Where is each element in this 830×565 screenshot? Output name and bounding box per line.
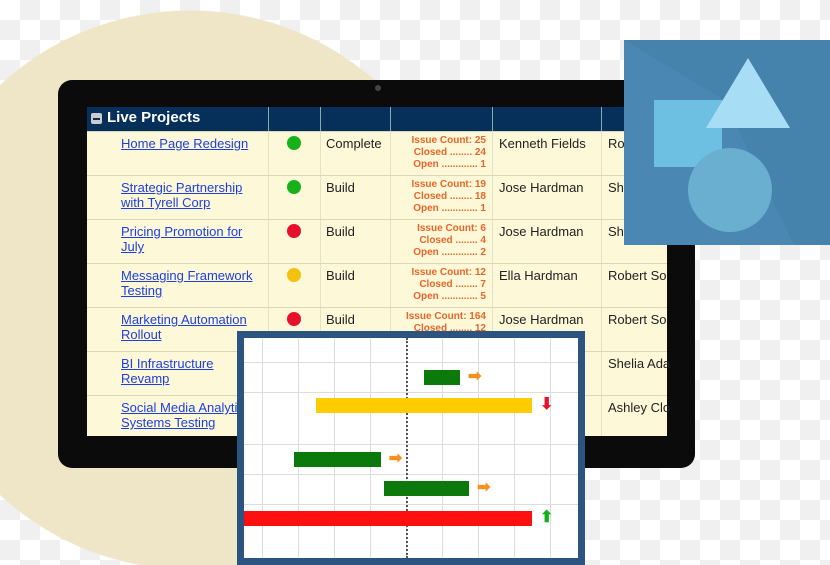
project-sponsor: Ashley Clo [608, 400, 671, 415]
collapse-icon[interactable] [91, 113, 102, 124]
issues-open: Open ............. 1 [413, 203, 486, 214]
shapes-icon [624, 40, 830, 245]
gantt-bar[interactable] [424, 370, 460, 385]
header-cell [320, 107, 321, 131]
grid-line [244, 474, 578, 475]
grid-line [244, 444, 578, 445]
issue-summary: Issue Count: 25 Closed ........ 24 Open ..… [390, 135, 486, 171]
project-owner: Jose Hardman [499, 180, 584, 195]
header-cell [268, 107, 269, 131]
table-title: Live Projects [107, 109, 201, 126]
phase: Build [326, 224, 355, 239]
phase: Build [326, 180, 355, 195]
project-sponsor: Robert So [608, 312, 667, 327]
issues-closed: Closed ........ 7 [419, 279, 486, 290]
phase: Build [326, 312, 355, 327]
project-link[interactable]: Messaging Framework Testing [121, 268, 261, 298]
issue-summary: Issue Count: 19 Closed ........ 18 Open ..… [390, 179, 486, 215]
issue-count: Issue Count: 6 [417, 223, 486, 234]
issue-summary: Issue Count: 6 Closed ........ 4 Open ....… [390, 223, 486, 259]
shapes-logo [624, 40, 830, 245]
table-row: Strategic Partnership with Tyrell Corp Bu… [87, 175, 667, 219]
project-owner: Ella Hardman [499, 268, 578, 283]
project-sponsor: Ro [608, 136, 625, 151]
table-row: Messaging Framework Testing Build Issue C… [87, 263, 667, 307]
issue-summary: Issue Count: 12 Closed ........ 7 Open ...… [390, 267, 486, 303]
trend-up-arrow-icon: ⬆ [540, 509, 554, 526]
issues-closed: Closed ........ 18 [413, 191, 486, 202]
table-row: Home Page Redesign Complete Issue Count: … [87, 131, 667, 175]
project-owner: Jose Hardman [499, 312, 584, 327]
table-row: Pricing Promotion for July Build Issue Co… [87, 219, 667, 263]
project-owner: Jose Hardman [499, 224, 584, 239]
issue-count: Issue Count: 164 [405, 311, 486, 322]
project-sponsor: Robert So [608, 268, 667, 283]
trend-down-arrow-icon: ⬇ [540, 396, 554, 413]
gantt-bar[interactable] [244, 511, 532, 526]
header-cell [390, 107, 391, 131]
gantt-grid: ➡ ⬇ ➡ ➡ ⬆ [244, 338, 578, 558]
project-owner: Kenneth Fields [499, 136, 586, 151]
grid-line [244, 504, 578, 505]
grid-line [244, 362, 578, 363]
gantt-bar[interactable] [316, 398, 532, 413]
project-sponsor: Sh [608, 224, 624, 239]
trend-right-arrow-icon: ➡ [468, 368, 482, 385]
issues-open: Open ............. 1 [413, 159, 486, 170]
project-link[interactable]: Pricing Promotion for July [121, 224, 261, 254]
project-link[interactable]: Home Page Redesign [121, 136, 261, 151]
header-cell [601, 107, 602, 131]
camera [375, 85, 381, 91]
issue-count: Issue Count: 25 [411, 135, 486, 146]
issue-count: Issue Count: 19 [411, 179, 486, 190]
status-indicator-icon [287, 268, 301, 282]
gantt-bar[interactable] [294, 452, 381, 467]
status-indicator-icon [287, 312, 301, 326]
phase: Build [326, 268, 355, 283]
issues-open: Open ............. 2 [413, 247, 486, 258]
phase: Complete [326, 136, 382, 151]
gantt-chart-panel: ➡ ⬇ ➡ ➡ ⬆ [237, 331, 585, 565]
grid-line [244, 392, 578, 393]
trend-right-arrow-icon: ➡ [388, 450, 403, 467]
project-sponsor: Sh [608, 180, 624, 195]
trend-right-arrow-icon: ➡ [477, 479, 491, 496]
status-indicator-icon [287, 180, 301, 194]
status-indicator-icon [287, 136, 301, 150]
header-cell [492, 107, 493, 131]
status-indicator-icon [287, 224, 301, 238]
project-link[interactable]: Strategic Partnership with Tyrell Corp [121, 180, 261, 210]
issues-open: Open ............. 5 [413, 291, 486, 302]
issues-closed: Closed ........ 4 [419, 235, 486, 246]
project-sponsor: Shelia Ada [608, 356, 671, 371]
table-header: Live Projects [87, 107, 667, 131]
issue-count: Issue Count: 12 [411, 267, 486, 278]
gantt-bar[interactable] [384, 481, 469, 496]
issues-closed: Closed ........ 24 [413, 147, 486, 158]
